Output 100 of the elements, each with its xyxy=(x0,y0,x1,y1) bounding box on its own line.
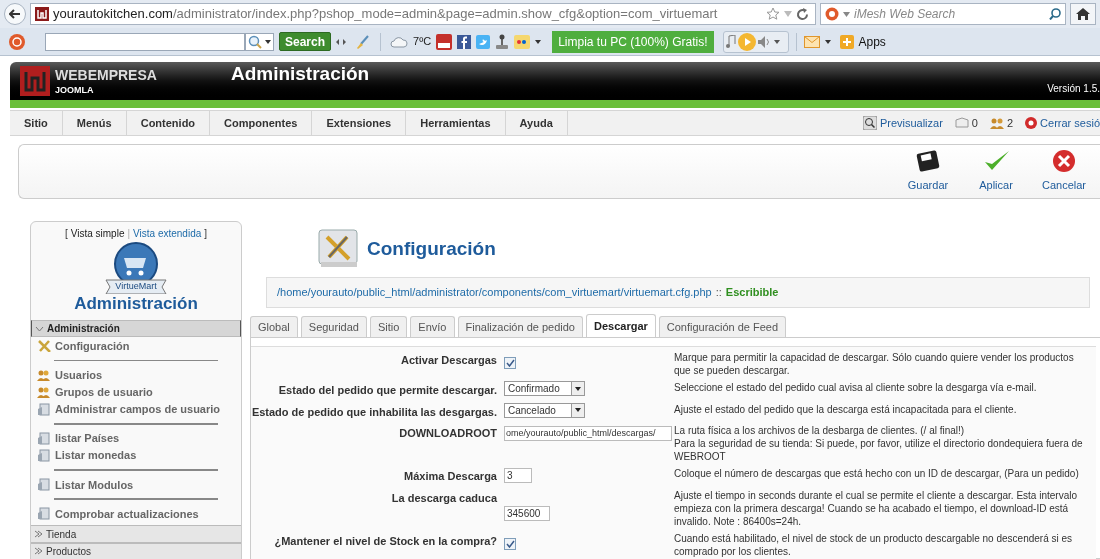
brand-name: WEBEMPRESA xyxy=(55,67,157,82)
sidebar-link[interactable]: Usuarios xyxy=(55,366,103,384)
back-arrow-icon xyxy=(9,9,21,19)
status-dropdown[interactable]: Cancelado xyxy=(504,402,585,418)
dropdown-icon xyxy=(824,39,831,44)
sidebar-link[interactable]: Comprobar actualizaciones xyxy=(55,505,199,523)
view-link[interactable]: Vista extendida xyxy=(133,226,202,241)
field-description: Ajuste el tiempo in seconds durante el cual se permite el cliente a descargar. Esta intervalo empieza con la primera descarga! Cuando se ha acabado el tiempo, el download-ID está invalido. Note : 86400s=24h. xyxy=(674,488,1078,528)
play-icon xyxy=(737,32,756,51)
users-icon xyxy=(37,368,51,382)
tab[interactable]: Finalización de pedido xyxy=(457,316,583,337)
field-label: Máxima Descarga xyxy=(404,470,497,482)
mail-icon[interactable] xyxy=(803,35,820,48)
number-field[interactable]: 3 xyxy=(504,468,532,483)
video-site-icon[interactable] xyxy=(436,33,453,50)
menu-item[interactable]: Herramientas xyxy=(406,111,506,135)
reload-icon[interactable] xyxy=(796,7,809,21)
menu-item[interactable]: Componentes xyxy=(210,111,313,135)
section-header[interactable]: Tienda xyxy=(31,525,241,543)
users-icon xyxy=(37,385,51,399)
sidebar-link[interactable]: Listar Modulos xyxy=(55,476,134,494)
toolbar-search-field[interactable] xyxy=(45,32,245,51)
addon-icon[interactable] xyxy=(8,32,26,51)
search-engine-icon xyxy=(825,7,839,21)
apply-button[interactable]: Aplicar xyxy=(974,149,1018,194)
chevron-right-icon xyxy=(34,530,43,539)
preview-link[interactable]: Previsualizar xyxy=(879,114,943,132)
separator-text: | xyxy=(127,227,131,241)
resize-arrows-icon xyxy=(336,38,347,45)
home-button[interactable] xyxy=(1070,3,1096,25)
broom-icon[interactable] xyxy=(355,33,372,50)
tab[interactable]: Sitio xyxy=(369,316,408,337)
dropdown-icon xyxy=(265,39,271,44)
sidebar-link[interactable]: Grupos de usuario xyxy=(55,383,153,401)
tab[interactable]: Global xyxy=(250,316,298,337)
logout-link[interactable]: Cerrar sesió xyxy=(1040,114,1100,132)
checkbox[interactable] xyxy=(504,357,516,369)
menu-item[interactable]: Sitio xyxy=(10,111,63,135)
magnifier-icon xyxy=(862,116,877,130)
save-button[interactable]: Guardar xyxy=(906,149,950,194)
back-button[interactable] xyxy=(4,3,26,25)
address-bar[interactable]: yourautokitchen.com/administrator/index.php?pshop_mode=admin&page=admin.show_cfg&option=com_virtuemart xyxy=(30,3,816,25)
menu-item[interactable]: Extensiones xyxy=(312,111,407,135)
path-separator: :: xyxy=(715,285,722,301)
field-label: Estado de pedido que inhabilita las desgargas. xyxy=(251,405,497,418)
shop-tag-icon[interactable] xyxy=(514,34,531,49)
search-icon xyxy=(248,34,262,49)
dropdown-icon xyxy=(575,386,581,391)
social-f-icon[interactable] xyxy=(457,34,472,49)
tab[interactable]: Seguridad xyxy=(300,316,367,337)
brand-subtitle: JOOMLA xyxy=(55,85,95,95)
brand-logo-icon xyxy=(20,66,50,96)
message-count[interactable]: 0 xyxy=(971,114,978,132)
search-options-button[interactable] xyxy=(245,32,274,51)
document-icon xyxy=(37,478,51,492)
tab[interactable]: Descargar xyxy=(585,314,656,337)
document-icon xyxy=(37,449,51,463)
weather-temperature: 7ºC xyxy=(413,34,432,50)
user-count[interactable]: 2 xyxy=(1006,114,1014,132)
field-label: Activar Descargas xyxy=(401,354,497,366)
apps-link[interactable]: Apps xyxy=(858,32,886,51)
document-icon xyxy=(37,432,51,445)
media-player-control[interactable] xyxy=(722,30,789,53)
text-field[interactable]: ome/yourauto/public_html/descargas/ xyxy=(504,425,672,441)
search-button[interactable]: Search xyxy=(279,32,332,51)
field-label: Estado del pedido que permite descargar. xyxy=(278,384,497,396)
cancel-icon xyxy=(1051,149,1077,174)
sidebar-link[interactable]: Listar monedas xyxy=(55,447,137,464)
sidebar-link[interactable]: Configuración xyxy=(55,337,130,355)
sidebar-link[interactable]: listar Países xyxy=(55,430,120,447)
search-icon xyxy=(1049,8,1061,20)
sidebar-link[interactable]: Administrar campos de usuario xyxy=(55,401,221,418)
dropdown-icon[interactable] xyxy=(784,11,792,17)
checkbox[interactable] xyxy=(504,537,516,550)
bookmark-star-icon[interactable] xyxy=(766,7,780,21)
menu-item[interactable]: Ayuda xyxy=(505,111,568,135)
tab[interactable]: Envío xyxy=(410,316,455,337)
tools-icon xyxy=(37,339,51,353)
logo-badge-text: VirtueMart xyxy=(114,280,158,293)
sidebar-title: Administración xyxy=(73,294,199,314)
speaker-icon xyxy=(757,35,772,48)
web-search-field[interactable]: iMesh Web Search xyxy=(820,3,1066,25)
users-icon xyxy=(989,117,1004,129)
view-link[interactable]: Vista simple xyxy=(70,226,125,241)
cancel-button[interactable]: Cancelar xyxy=(1042,149,1086,194)
joystick-icon[interactable] xyxy=(495,33,510,50)
url-text: yourautokitchen.com/administrator/index.php?pshop_mode=admin&page=admin.show_cfg&option=com_virtuemart xyxy=(53,5,719,24)
dropdown-icon xyxy=(575,408,581,412)
header-title: Administración xyxy=(230,61,370,86)
menu-item[interactable]: Menús xyxy=(62,111,127,135)
tab[interactable]: Configuración de Feed xyxy=(658,316,787,337)
apps-plus-icon[interactable] xyxy=(839,34,854,49)
cart-logo xyxy=(104,242,168,294)
status-dropdown[interactable]: Confirmado xyxy=(504,381,585,396)
dropdown-icon xyxy=(843,11,850,17)
search-input[interactable]: iMesh Web Search xyxy=(854,5,1045,23)
number-field[interactable]: 345600 xyxy=(504,505,550,521)
section-header[interactable]: Administración xyxy=(31,320,241,338)
menu-item[interactable]: Contenido xyxy=(126,111,211,135)
message-icon xyxy=(954,117,969,129)
